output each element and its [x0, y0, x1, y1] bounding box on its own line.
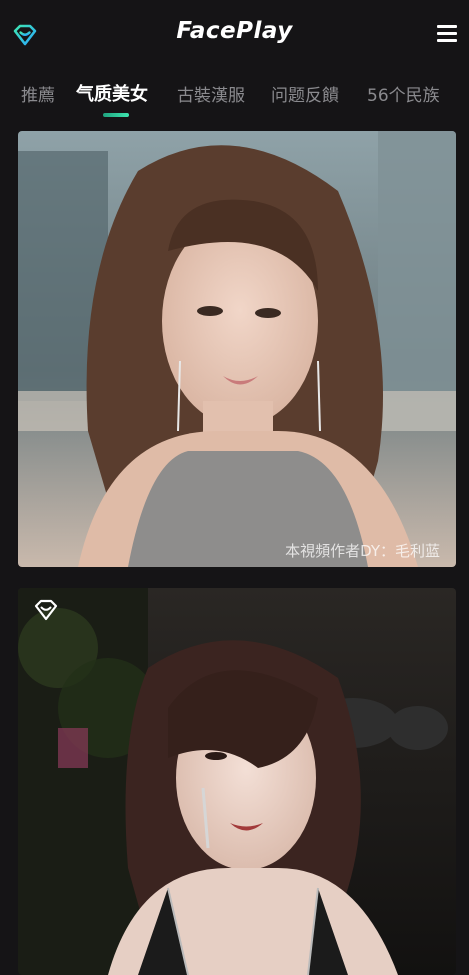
template-photo — [18, 588, 456, 975]
category-tabs: 推薦 气质美女 古裝漢服 问题反饋 56个民族 — [0, 78, 469, 122]
template-card[interactable]: 本視頻作者DY：毛利蓝 — [18, 131, 456, 567]
tab-hanfu[interactable]: 古裝漢服 — [177, 81, 245, 106]
top-bar: FacePlay — [0, 0, 469, 70]
hamburger-menu-icon[interactable] — [437, 25, 457, 43]
diamond-heart-icon[interactable] — [33, 598, 59, 622]
active-tab-indicator — [103, 113, 129, 117]
template-photo — [18, 131, 456, 567]
tab-ethnic-groups[interactable]: 56个民族 — [367, 81, 440, 106]
tab-elegant-beauty[interactable]: 气质美女 — [76, 80, 148, 106]
tab-feedback[interactable]: 问题反饋 — [271, 81, 339, 106]
app-title: FacePlay — [176, 18, 293, 44]
author-watermark: 本視頻作者DY：毛利蓝 — [285, 542, 440, 560]
template-card[interactable] — [18, 588, 456, 975]
tab-recommended[interactable]: 推薦 — [21, 81, 55, 106]
